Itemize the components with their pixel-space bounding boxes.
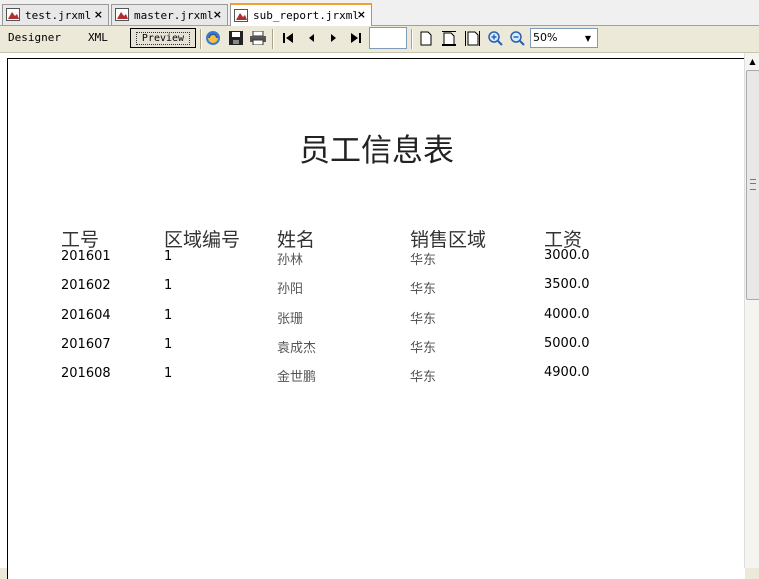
refresh-icon[interactable] <box>204 29 222 47</box>
table-cell-name: 金世鹏 <box>277 370 317 385</box>
table-cell-region-code: 1 <box>164 337 173 352</box>
vertical-scrollbar[interactable]: ▲ <box>744 53 759 568</box>
report-title: 员工信息表 <box>299 133 454 169</box>
jrxml-file-icon <box>6 8 21 22</box>
column-header-region-code: 区域编号 <box>164 229 241 251</box>
table-cell-name: 张珊 <box>277 312 304 327</box>
close-icon[interactable]: × <box>357 8 366 21</box>
fit-width-icon[interactable] <box>463 29 481 47</box>
toolbar-separator <box>411 29 413 49</box>
page-number-input[interactable] <box>369 27 407 49</box>
table-cell-sales-region: 华东 <box>410 370 437 385</box>
table-cell-name: 孙阳 <box>277 282 304 297</box>
report-page: 员工信息表 工号 区域编号 姓名 销售区域 工资 201601 1 孙林 华东 … <box>7 58 745 579</box>
table-cell-id: 201604 <box>61 308 111 323</box>
table-cell-region-code: 1 <box>164 278 173 293</box>
table-cell-salary: 4000.0 <box>544 307 590 322</box>
next-page-icon[interactable] <box>324 29 342 47</box>
jrxml-file-icon <box>234 8 249 23</box>
fit-page-icon[interactable] <box>440 29 458 47</box>
zoom-in-icon[interactable] <box>486 29 504 47</box>
column-header-sales-region: 销售区域 <box>410 229 487 251</box>
scrollbar-thumb[interactable] <box>746 70 759 300</box>
table-cell-region-code: 1 <box>164 366 173 381</box>
column-header-id: 工号 <box>61 229 100 251</box>
zoom-out-icon[interactable] <box>508 29 526 47</box>
table-cell-sales-region: 华东 <box>410 253 437 268</box>
editor-tab-bar: test.jrxml × master.jrxml × sub_report.j… <box>0 0 759 26</box>
first-page-icon[interactable] <box>279 29 297 47</box>
last-page-icon[interactable] <box>347 29 365 47</box>
print-icon[interactable] <box>249 29 267 47</box>
table-cell-region-code: 1 <box>164 249 173 264</box>
tab-label: test.jrxml <box>25 8 92 22</box>
table-cell-id: 201602 <box>61 278 111 293</box>
previous-page-icon[interactable] <box>302 29 320 47</box>
tab-label: master.jrxml <box>134 8 214 22</box>
report-viewer: 员工信息表 工号 区域编号 姓名 销售区域 工资 201601 1 孙林 华东 … <box>0 53 759 579</box>
column-header-name: 姓名 <box>277 229 316 251</box>
scroll-up-icon[interactable]: ▲ <box>745 53 759 69</box>
table-cell-sales-region: 华东 <box>410 341 437 356</box>
chevron-down-icon[interactable]: ▼ <box>581 29 595 47</box>
table-cell-name: 孙林 <box>277 253 304 268</box>
designer-button[interactable]: Designer <box>8 31 61 44</box>
zoom-select[interactable]: 50% ▼ <box>530 28 598 48</box>
table-cell-salary: 5000.0 <box>544 336 590 351</box>
preview-toolbar: Designer XML Preview 50% ▼ <box>0 26 759 53</box>
save-icon[interactable] <box>227 29 245 47</box>
actual-size-icon[interactable] <box>417 29 435 47</box>
table-cell-id: 201607 <box>61 337 111 352</box>
tab-master-jrxml[interactable]: master.jrxml × <box>111 4 228 25</box>
close-icon[interactable]: × <box>94 8 103 21</box>
zoom-value: 50% <box>533 31 558 44</box>
table-cell-salary: 3500.0 <box>544 277 590 292</box>
table-cell-id: 201601 <box>61 249 111 264</box>
jrxml-file-icon <box>115 8 130 22</box>
close-icon[interactable]: × <box>213 8 222 21</box>
xml-button[interactable]: XML <box>88 31 108 44</box>
tab-label: sub_report.jrxml <box>253 9 359 22</box>
table-cell-salary: 4900.0 <box>544 365 590 380</box>
table-cell-sales-region: 华东 <box>410 282 437 297</box>
table-cell-id: 201608 <box>61 366 111 381</box>
tab-test-jrxml[interactable]: test.jrxml × <box>2 4 109 25</box>
table-cell-sales-region: 华东 <box>410 312 437 327</box>
tab-sub-report-jrxml[interactable]: sub_report.jrxml × <box>230 3 372 26</box>
preview-button[interactable]: Preview <box>130 28 196 48</box>
table-cell-region-code: 1 <box>164 308 173 323</box>
grip-icon <box>750 179 756 190</box>
table-cell-name: 袁成杰 <box>277 341 317 356</box>
table-cell-salary: 3000.0 <box>544 248 590 263</box>
toolbar-separator <box>272 29 274 49</box>
toolbar-separator <box>200 29 202 49</box>
